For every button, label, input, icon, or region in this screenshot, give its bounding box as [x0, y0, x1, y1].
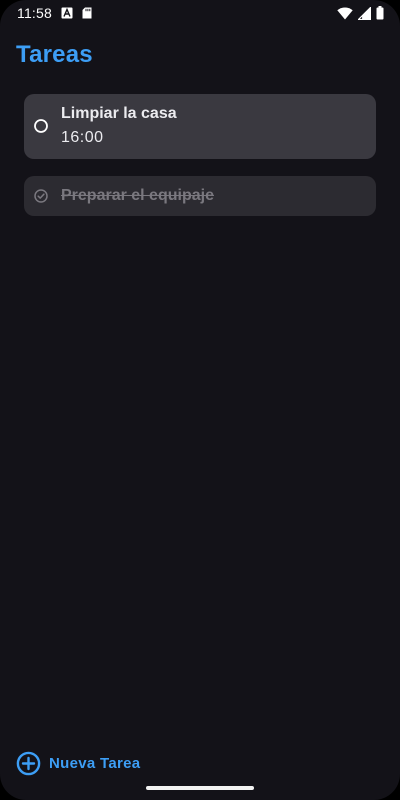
status-bar-left: 11:58 — [17, 5, 92, 21]
check-circle-icon[interactable] — [33, 188, 49, 204]
status-time: 11:58 — [17, 5, 52, 21]
gesture-nav-bar[interactable] — [146, 786, 254, 790]
task-item-limpiar-la-casa[interactable]: Limpiar la casa 16:00 — [24, 94, 376, 159]
sd-card-icon — [82, 7, 92, 19]
status-bar: 11:58 — [0, 0, 400, 26]
plus-circle-icon — [16, 751, 41, 776]
app-screen: 11:58 Tareas Limpiar la casa 16:00 Prepa… — [0, 0, 400, 800]
new-task-label: Nueva Tarea — [49, 755, 141, 772]
font-a-icon — [61, 7, 73, 19]
battery-icon — [376, 6, 384, 20]
task-title: Limpiar la casa — [61, 105, 177, 122]
task-time: 16:00 — [61, 129, 104, 146]
task-item-preparar-el-equipaje[interactable]: Preparar el equipaje — [24, 176, 376, 216]
cell-signal-icon — [358, 6, 371, 20]
radio-unchecked-icon[interactable] — [33, 118, 49, 134]
page-title: Tareas — [16, 41, 93, 68]
new-task-button[interactable]: Nueva Tarea — [16, 751, 140, 776]
wifi-icon — [337, 7, 353, 20]
task-title: Preparar el equipaje — [61, 187, 214, 204]
status-bar-right — [337, 6, 384, 20]
